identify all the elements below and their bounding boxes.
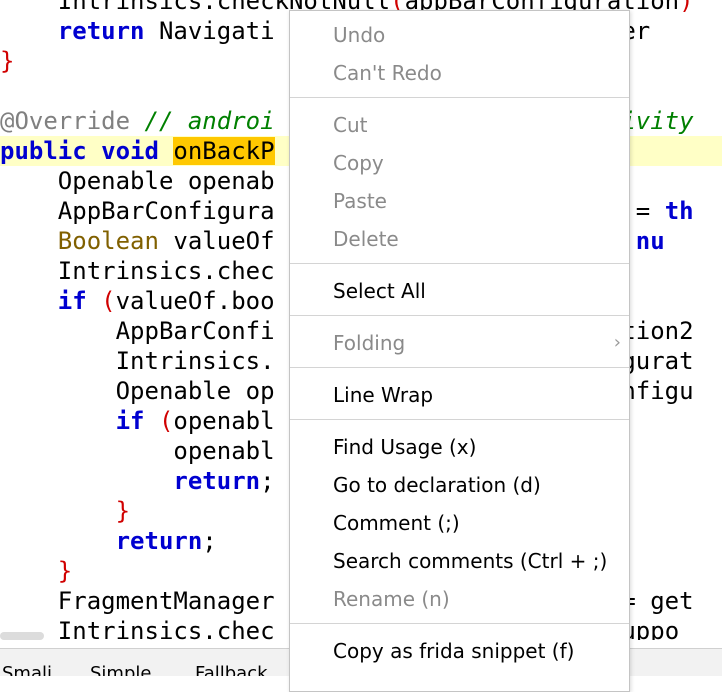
menu-item-label: Comment (;) (333, 511, 460, 535)
menu-item-cut[interactable]: Cut (290, 107, 629, 143)
code-token: ) (679, 0, 694, 15)
menu-item-label: Find Usage (x) (333, 435, 477, 459)
menu-item-copy[interactable]: Copy (290, 145, 629, 181)
code-token: return (173, 467, 261, 495)
code-token: if (57, 287, 87, 315)
menu-item-can-t-redo[interactable]: Can't Redo (290, 55, 629, 91)
chevron-right-icon: › (613, 332, 621, 353)
code-token: Intrinsics. (0, 347, 275, 375)
menu-item-undo[interactable]: Undo (290, 17, 629, 53)
menu-item-label: Go to declaration (d) (333, 473, 541, 497)
tab-simple[interactable]: Simple (90, 663, 151, 676)
menu-item-label: Undo (333, 23, 386, 47)
menu-item-search-comments-ctrl[interactable]: Search comments (Ctrl + ;) (290, 543, 629, 579)
menu-separator (290, 315, 629, 316)
code-token: public (0, 137, 87, 165)
code-token: Openable op (0, 377, 275, 405)
code-token: Boolean (57, 227, 159, 255)
code-token: AppBarConfi (0, 317, 275, 345)
code-line[interactable]: } (0, 496, 130, 526)
code-token: void (101, 137, 159, 165)
menu-item-label: Select All (333, 279, 426, 303)
code-token: Openable openab (0, 167, 275, 195)
code-token: Intrinsics.chec (0, 257, 275, 285)
code-token: Navigati (144, 17, 275, 45)
menu-item-label: Copy as frida snippet (f) (333, 639, 575, 663)
code-token: openabl (0, 437, 275, 465)
menu-separator (290, 419, 629, 420)
menu-item-go-to-declaration-d[interactable]: Go to declaration (d) (290, 467, 629, 503)
menu-item-label: Copy (333, 151, 384, 175)
menu-item-label: Cut (333, 113, 368, 137)
code-token: FragmentManager (0, 587, 275, 615)
code-line[interactable]: if (valueOf.boo (0, 286, 275, 316)
menu-item-label: Search comments (Ctrl + ;) (333, 549, 608, 573)
menu-separator (290, 263, 629, 264)
menu-separator (290, 623, 629, 624)
code-token: nu (635, 227, 665, 255)
code-line[interactable]: Intrinsics.chec (0, 256, 275, 286)
code-token: if (115, 407, 145, 435)
code-token: } (115, 497, 131, 525)
code-token: ( (158, 407, 174, 435)
code-token: ( (101, 287, 116, 315)
code-line[interactable]: if (openabl (0, 406, 275, 436)
code-token: @Override (0, 107, 131, 135)
menu-item-line-wrap[interactable]: Line Wrap (290, 377, 629, 413)
code-line[interactable]: openabl (0, 436, 275, 466)
code-token: valueOf (158, 227, 275, 255)
menu-item-select-all[interactable]: Select All (290, 273, 629, 309)
menu-separator (290, 97, 629, 98)
menu-item-label: Folding (333, 331, 406, 355)
menu-item-rename-n[interactable]: Rename (n) (290, 581, 629, 617)
code-token: } (0, 47, 15, 75)
menu-item-label: Delete (333, 227, 399, 251)
tab-smali[interactable]: Smali (2, 663, 52, 676)
context-menu: Undo Can't Redo Cut Copy Paste Delete Select A… (289, 10, 630, 692)
menu-item-copy-as-frida-snippet-f[interactable]: Copy as frida snippet (f) (290, 633, 629, 669)
code-token: ; (260, 467, 275, 495)
code-token: // androi (144, 107, 275, 135)
code-line[interactable]: Openable openab (0, 166, 275, 196)
tab-fallback[interactable]: Fallback (195, 663, 268, 676)
menu-item-find-usage-x[interactable]: Find Usage (x) (290, 429, 629, 465)
code-token: th (664, 197, 694, 225)
menu-separator (290, 367, 629, 368)
menu-item-label: Rename (n) (333, 587, 450, 611)
code-line[interactable]: } (0, 46, 14, 76)
menu-item-paste[interactable]: Paste (290, 183, 629, 219)
code-token: valueOf.boo (115, 287, 275, 315)
code-token: return (57, 17, 145, 45)
menu-item-label: Paste (333, 189, 387, 213)
menu-item-label: Line Wrap (333, 383, 434, 407)
code-line[interactable]: return; (0, 466, 275, 496)
code-token: } (57, 557, 73, 585)
code-token: onBackP (173, 137, 275, 165)
code-line[interactable]: } (0, 556, 72, 586)
code-token: ; (202, 527, 217, 555)
menu-item-folding[interactable]: Folding › (290, 325, 629, 361)
menu-item-label: Can't Redo (333, 61, 442, 85)
menu-item-delete[interactable]: Delete (290, 221, 629, 257)
code-line[interactable]: return; (0, 526, 217, 556)
horizontal-scrollbar[interactable] (0, 632, 44, 640)
code-token: openabl (173, 407, 275, 435)
code-token: AppBarConfigura (0, 197, 275, 225)
menu-item-comment[interactable]: Comment (;) (290, 505, 629, 541)
code-token: return (115, 527, 203, 555)
